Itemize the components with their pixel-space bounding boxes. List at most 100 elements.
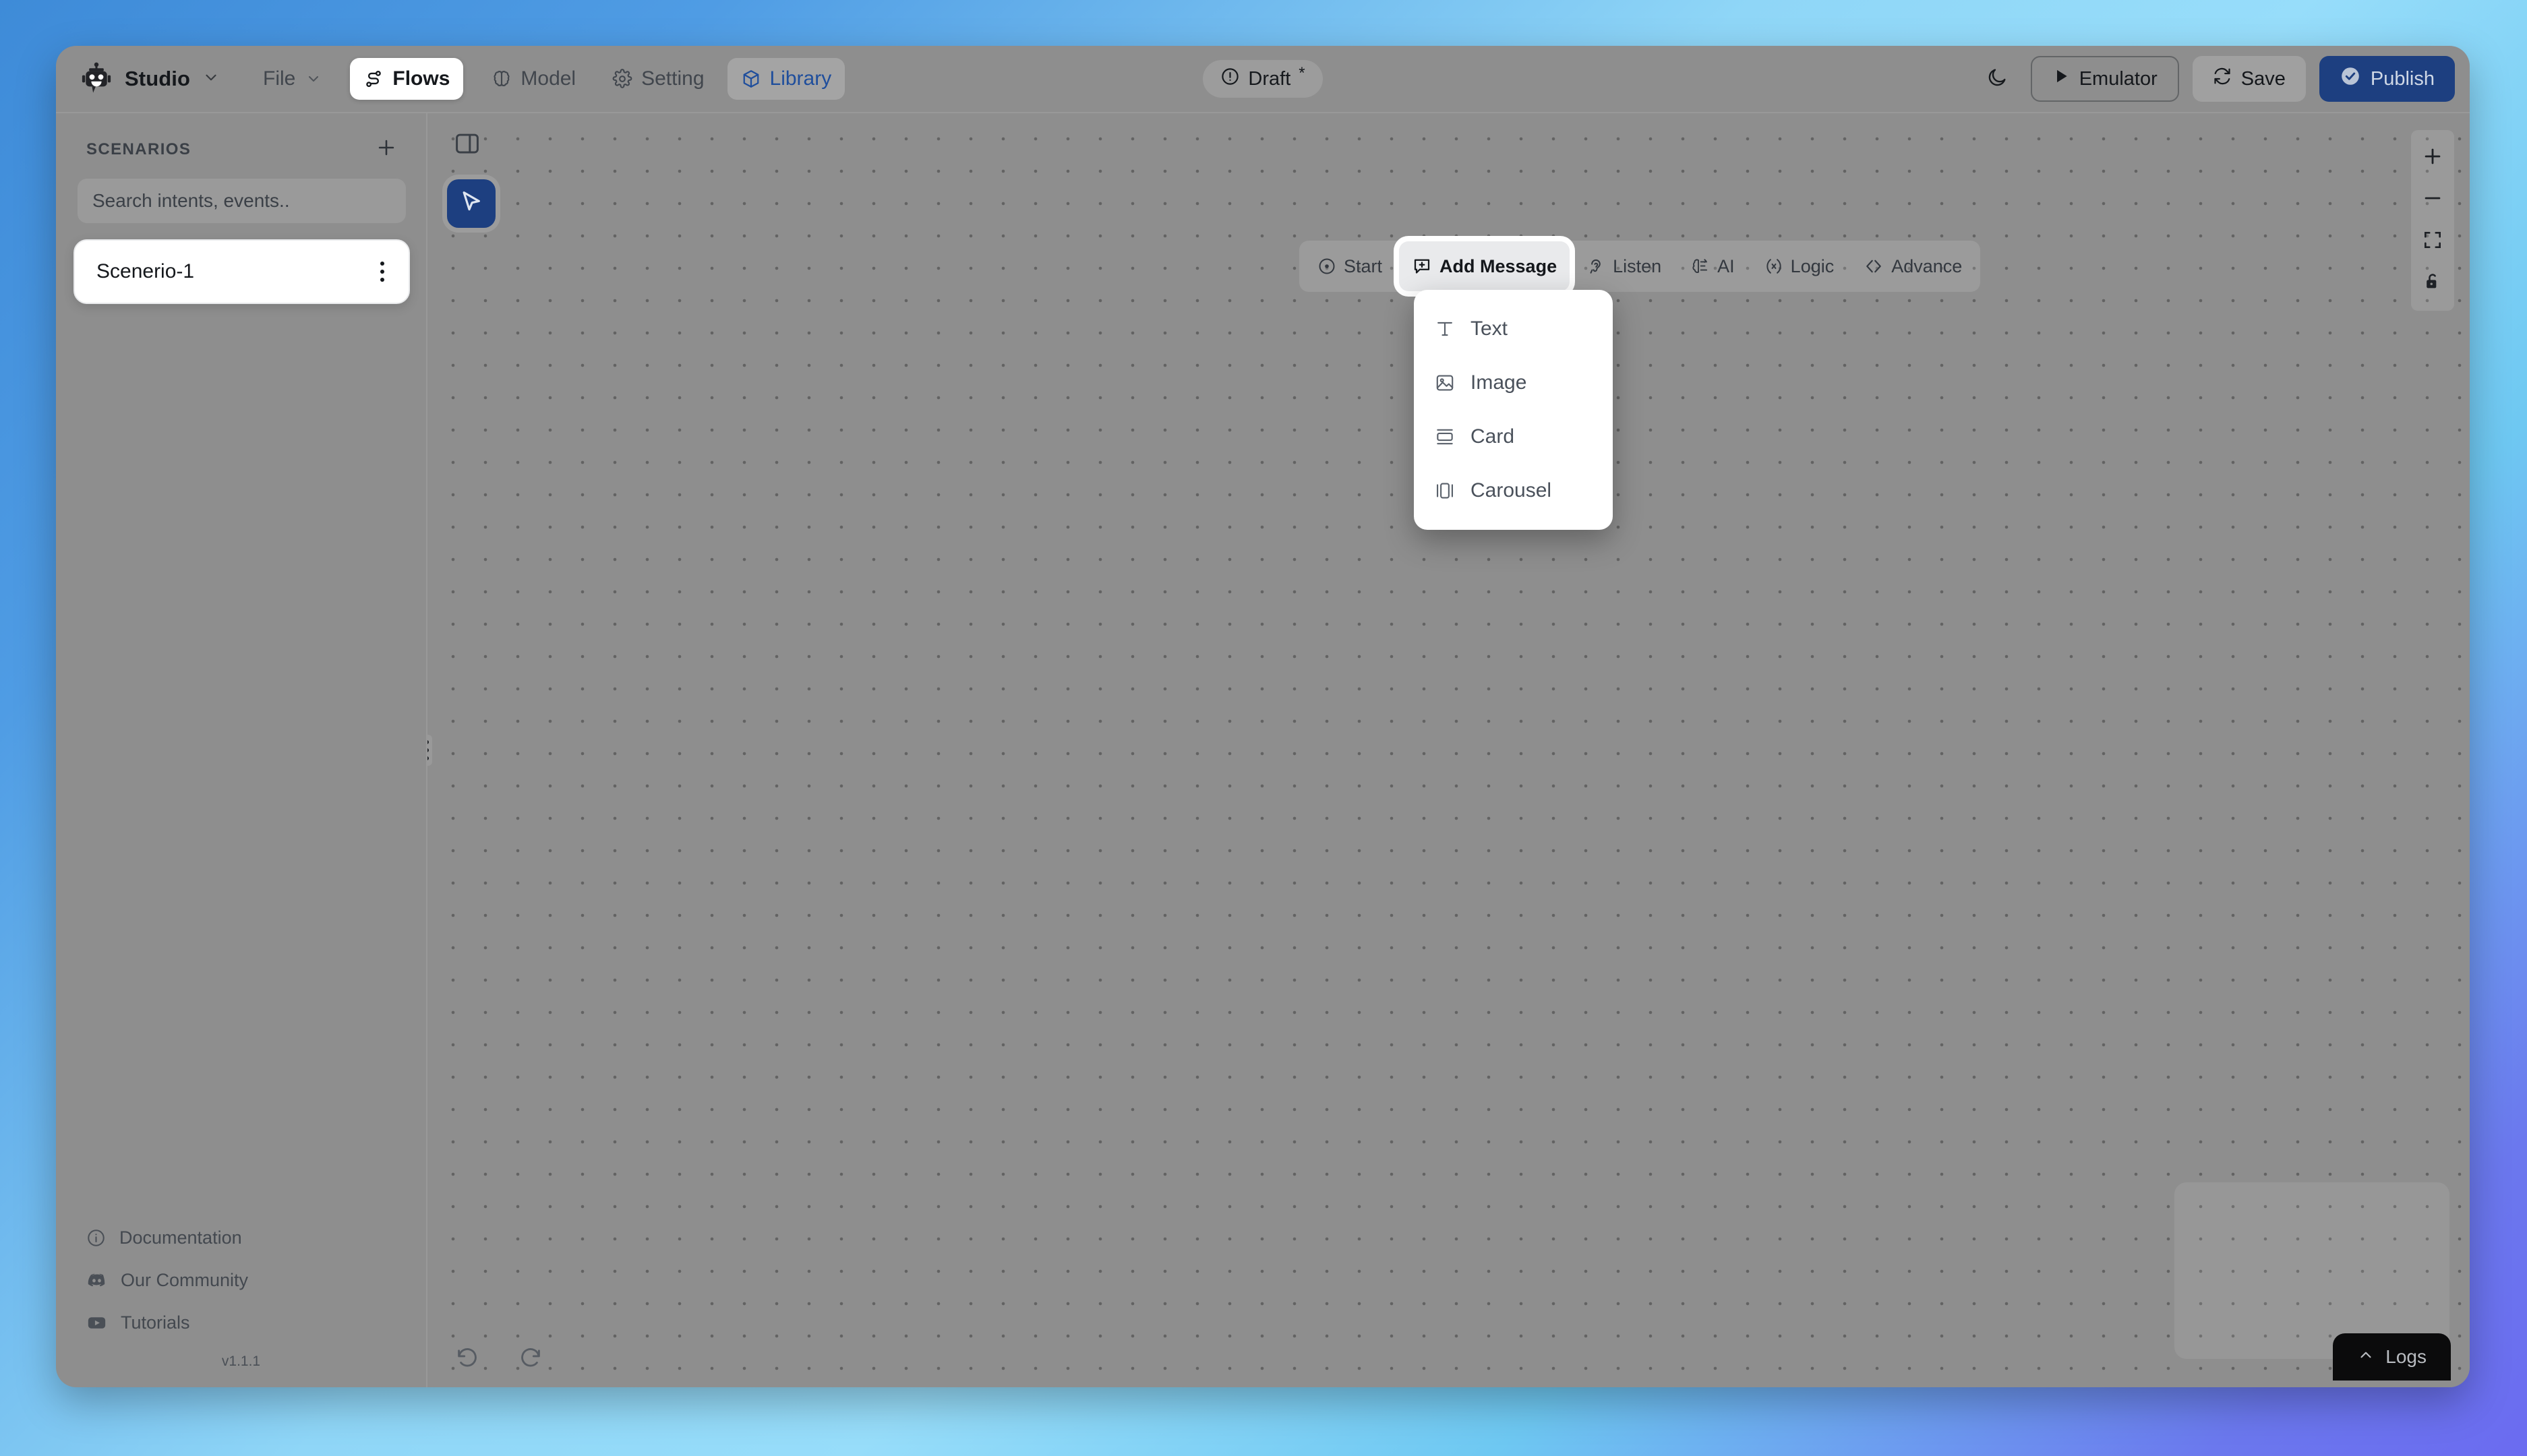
status-badge-draft[interactable]: Draft * <box>1203 60 1323 98</box>
list-item-scenario[interactable]: Scenerio-1 <box>73 239 410 304</box>
chevron-down-icon <box>202 69 220 90</box>
brand-studio-menu[interactable]: Studio <box>75 56 229 102</box>
tool-start[interactable]: Start <box>1305 246 1395 286</box>
save-button[interactable]: Save <box>2192 56 2306 102</box>
brain-icon <box>492 69 512 89</box>
menu-model[interactable]: Model <box>478 58 589 100</box>
sync-icon <box>2213 67 2232 91</box>
tool-logic-label: Logic <box>1790 255 1835 276</box>
menu-item-label: Card <box>1470 425 1515 448</box>
undo-arrow-icon <box>454 1345 479 1373</box>
drag-handle-icon[interactable] <box>427 735 432 766</box>
tool-listen[interactable]: Listen <box>1574 246 1674 286</box>
menu-library[interactable]: Library <box>727 58 845 100</box>
menu-flows-label: Flows <box>392 67 450 90</box>
app-window: Studio File Flows Model Setting Library … <box>56 46 2470 1387</box>
scenarios-header: SCENARIOS <box>56 113 426 173</box>
sidebar-footer: Documentation Our Community Tutorials v1… <box>56 1217 426 1387</box>
history-controls <box>448 1340 550 1378</box>
topbar-actions: Emulator Save Publish <box>1977 56 2455 102</box>
scenario-name: Scenerio-1 <box>96 260 195 282</box>
sidebar-item-documentation[interactable]: Documentation <box>56 1217 426 1259</box>
menu-item-label: Text <box>1470 317 1508 340</box>
publish-button[interactable]: Publish <box>2319 56 2455 102</box>
lock-open-icon <box>2422 271 2443 296</box>
plus-icon <box>375 136 398 162</box>
emulator-label: Emulator <box>2079 67 2158 90</box>
info-circle-icon <box>86 1228 106 1248</box>
discord-icon <box>86 1270 107 1291</box>
brand-label: Studio <box>125 67 191 90</box>
message-plus-icon <box>1412 256 1432 276</box>
ear-icon <box>1586 257 1605 276</box>
menu-item-carousel[interactable]: Carousel <box>1414 464 1613 518</box>
kebab-menu-icon[interactable] <box>375 255 390 289</box>
tool-advance[interactable]: Advance <box>1851 246 1975 286</box>
redo-button[interactable] <box>512 1340 550 1378</box>
menu-item-image[interactable]: Image <box>1414 356 1613 410</box>
menu-item-label: Image <box>1470 371 1527 394</box>
status-badge-label: Draft <box>1248 67 1291 90</box>
fit-screen-icon <box>2422 229 2443 254</box>
tool-ai-label: AI <box>1717 255 1735 276</box>
card-icon <box>1434 426 1456 448</box>
cursor-arrow-icon <box>458 189 485 219</box>
menu-flows[interactable]: Flows <box>350 58 464 100</box>
check-circle-icon <box>2340 65 2361 92</box>
moon-icon <box>1986 67 2008 92</box>
sidebar-item-label: Our Community <box>121 1270 249 1290</box>
node-toolbar: Start Add Message Listen AI Logic Advanc… <box>1299 241 1981 292</box>
logs-button[interactable]: Logs <box>2333 1333 2451 1381</box>
menu-setting[interactable]: Setting <box>599 58 717 100</box>
menu-item-label: Carousel <box>1470 479 1552 502</box>
cursor-tool-button[interactable] <box>447 179 496 228</box>
scenario-list: Scenerio-1 <box>56 223 426 304</box>
sidebar-item-tutorials[interactable]: Tutorials <box>56 1302 426 1344</box>
sidebar-item-community[interactable]: Our Community <box>56 1259 426 1302</box>
flow-canvas[interactable]: Start Add Message Listen AI Logic Advanc… <box>426 112 2470 1387</box>
code-brackets-icon <box>1864 256 1884 276</box>
plus-icon <box>2421 145 2444 171</box>
tool-listen-label: Listen <box>1613 255 1662 276</box>
chevron-down-icon <box>305 71 322 87</box>
canvas-zoom-controls <box>2411 130 2454 311</box>
tool-add-message[interactable]: Add Message <box>1399 241 1570 291</box>
theme-toggle-button[interactable] <box>1977 59 2017 99</box>
alert-circle-icon <box>1220 67 1240 92</box>
ai-node-icon <box>1691 257 1710 276</box>
search-container <box>56 173 426 223</box>
carousel-icon <box>1434 480 1456 502</box>
robot-icon <box>79 61 114 96</box>
menu-setting-label: Setting <box>641 67 705 90</box>
fit-view-button[interactable] <box>2411 220 2454 262</box>
zoom-in-button[interactable] <box>2411 137 2454 179</box>
undo-button[interactable] <box>448 1340 485 1378</box>
tool-advance-label: Advance <box>1891 255 1963 276</box>
play-icon <box>2052 67 2070 90</box>
menu-file[interactable]: File <box>249 58 335 100</box>
zoom-out-button[interactable] <box>2411 179 2454 220</box>
redo-arrow-icon <box>519 1345 543 1373</box>
flow-icon <box>363 69 384 89</box>
menu-file-label: File <box>263 67 296 90</box>
menu-item-text[interactable]: Text <box>1414 302 1613 356</box>
add-scenario-button[interactable] <box>375 136 398 162</box>
search-input[interactable] <box>78 179 406 223</box>
tool-ai[interactable]: AI <box>1678 246 1748 286</box>
tool-start-label: Start <box>1344 255 1383 276</box>
lock-canvas-button[interactable] <box>2411 262 2454 304</box>
menu-item-card[interactable]: Card <box>1414 410 1613 464</box>
text-t-icon <box>1434 318 1456 340</box>
tool-logic[interactable]: Logic <box>1752 246 1847 286</box>
save-label: Save <box>2240 67 2286 90</box>
sidebar-item-label: Documentation <box>119 1227 242 1248</box>
sidebar-item-label: Tutorials <box>121 1312 190 1333</box>
status-unsaved-marker: * <box>1299 64 1305 82</box>
emulator-button[interactable]: Emulator <box>2030 56 2179 102</box>
tool-add-message-label: Add Message <box>1439 255 1557 276</box>
canvas-minimap[interactable] <box>2174 1182 2449 1359</box>
panel-toggle-button[interactable] <box>446 124 488 166</box>
youtube-icon <box>86 1312 107 1333</box>
logs-label: Logs <box>2385 1346 2427 1367</box>
scenarios-sidebar: SCENARIOS Scenerio-1 <box>56 112 426 1387</box>
